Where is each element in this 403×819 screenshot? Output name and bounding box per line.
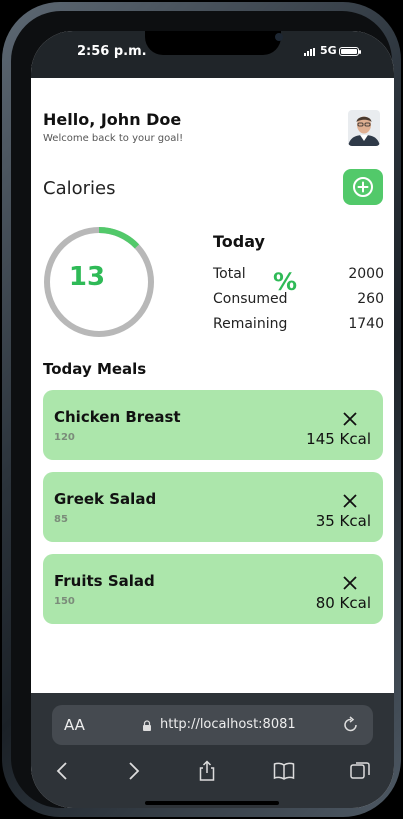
meal-kcal: 145 Kcal (306, 430, 371, 448)
forward-icon[interactable] (122, 760, 144, 782)
add-meal-button[interactable] (343, 169, 383, 205)
stat-value-consumed: 260 (357, 291, 384, 307)
status-bar: 2:56 p.m. 5G (31, 31, 394, 78)
url-text: http://localhost:8081 (160, 717, 296, 732)
greeting-subtitle: Welcome back to your goal! (43, 133, 184, 144)
stat-value-remaining: 1740 (348, 316, 384, 332)
meal-kcal: 80 Kcal (315, 594, 371, 612)
phone-bezel: 2:56 p.m. 5G Hello, John Doe Welcome bac… (11, 11, 394, 808)
greeting: Hello, John Doe (43, 110, 182, 129)
avatar[interactable] (348, 110, 380, 146)
meal-name: Chicken Breast (54, 408, 181, 426)
stat-label-remaining: Remaining (213, 316, 288, 332)
calories-title: Calories (43, 178, 116, 199)
lock-icon (143, 720, 151, 731)
battery-icon (339, 47, 361, 56)
reload-icon[interactable] (342, 716, 360, 734)
progress-percent-sign: % (273, 268, 298, 296)
today-label: Today (213, 232, 265, 251)
phone-frame: 2:56 p.m. 5G Hello, John Doe Welcome bac… (2, 2, 401, 817)
plus-circle-icon (353, 177, 373, 197)
progress-percent-value: 13 (68, 262, 106, 292)
back-icon[interactable] (52, 760, 74, 782)
stat-value-total: 2000 (348, 266, 384, 282)
dynamic-island (145, 31, 283, 55)
phone-screen: 2:56 p.m. 5G Hello, John Doe Welcome bac… (31, 31, 394, 808)
close-icon[interactable] (341, 410, 359, 428)
camera-icon (275, 33, 283, 41)
close-icon[interactable] (341, 574, 359, 592)
tabs-icon[interactable] (349, 760, 371, 782)
browser-toolbar: AA http://localhost:8081 (31, 693, 394, 808)
address-bar[interactable]: AA http://localhost:8081 (52, 705, 373, 745)
meal-quantity: 150 (54, 596, 75, 607)
status-time: 2:56 p.m. (77, 44, 147, 59)
text-size-button[interactable]: AA (64, 716, 85, 734)
meal-kcal: 35 Kcal (315, 512, 371, 530)
bookmarks-icon[interactable] (273, 760, 295, 782)
meal-card[interactable]: Fruits Salad 150 80 Kcal (43, 554, 383, 624)
meal-name: Greek Salad (54, 490, 157, 508)
app-content: Hello, John Doe Welcome back to your goa… (31, 78, 394, 693)
meal-quantity: 85 (54, 514, 68, 525)
network-label: 5G (320, 44, 337, 57)
meals-title: Today Meals (43, 360, 147, 378)
meal-card[interactable]: Greek Salad 85 35 Kcal (43, 472, 383, 542)
signal-icon (304, 48, 318, 56)
home-indicator (145, 801, 279, 805)
meal-card[interactable]: Chicken Breast 120 145 Kcal (43, 390, 383, 460)
meal-name: Fruits Salad (54, 572, 155, 590)
share-icon[interactable] (196, 760, 218, 782)
stat-label-total: Total (213, 266, 246, 282)
close-icon[interactable] (341, 492, 359, 510)
meal-quantity: 120 (54, 432, 75, 443)
